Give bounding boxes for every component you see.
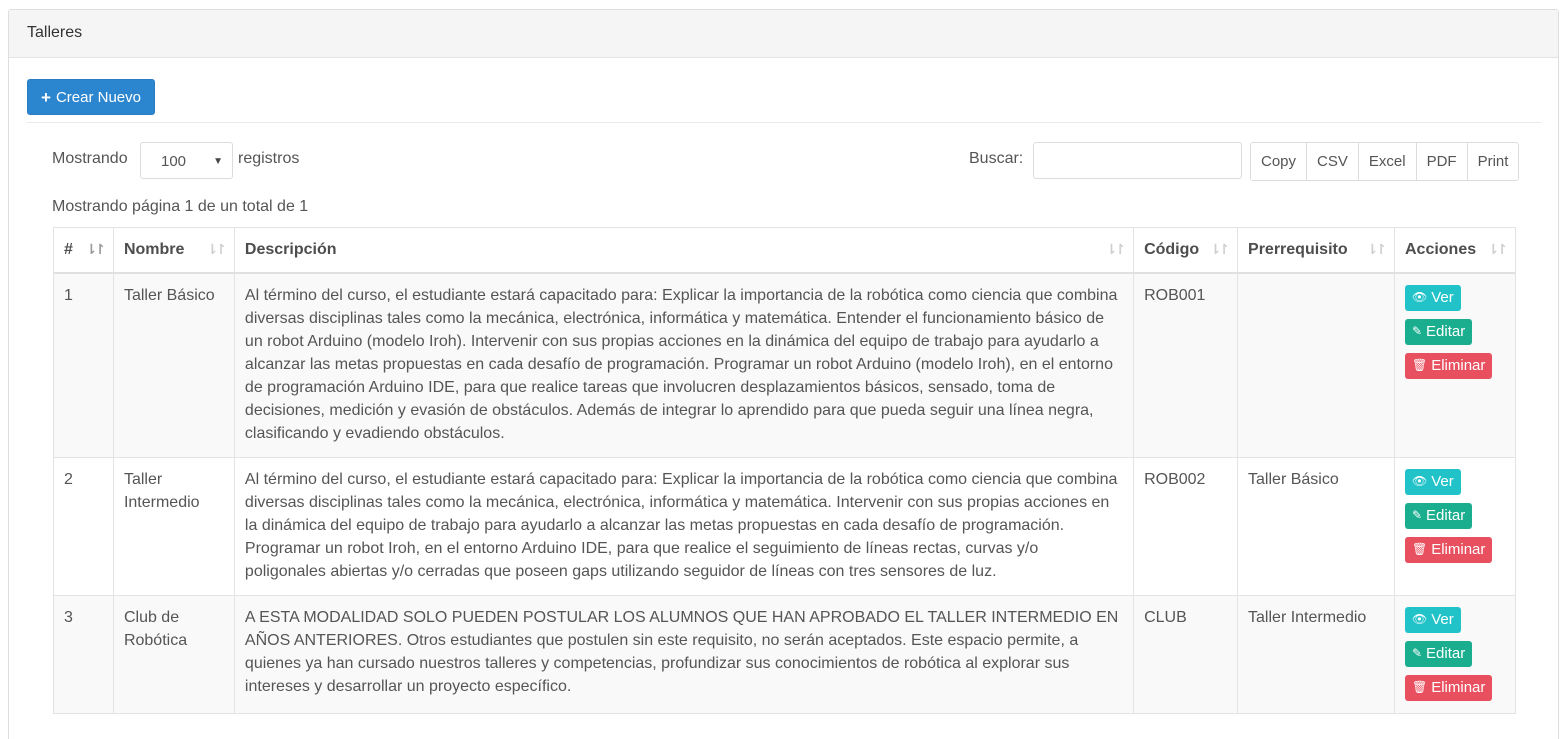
cell-code: CLUB [1133, 594, 1239, 714]
cell-description: Al término del curso, el estudiante esta… [233, 456, 1135, 596]
sort-icon: ⇂↾ [1209, 241, 1231, 257]
column-header-description[interactable]: Descripción ⇂↾ [233, 227, 1135, 274]
trash-icon: 🗑 [1411, 358, 1428, 372]
page-info: Mostrando página 1 de un total de 1 [52, 198, 309, 215]
trash-icon: 🗑 [1411, 680, 1428, 694]
cell-number: 1 [53, 272, 114, 458]
sort-icon: ⇂↾ [1487, 241, 1509, 257]
sort-icon: ⇂↾ [1366, 241, 1388, 257]
cell-actions: 👁 Ver ✎ Editar 🗑 Eliminar [1393, 272, 1517, 458]
column-header-name[interactable]: Nombre ⇂↾ [112, 227, 235, 274]
edit-button[interactable]: ✎ Editar [1404, 318, 1473, 345]
edit-icon: ✎ [1411, 508, 1423, 522]
cell-actions: 👁 Ver ✎ Editar 🗑 Eliminar [1393, 594, 1517, 714]
talleres-table: # ⇂↾ Nombre ⇂↾ Descripción ⇂↾ Código ⇂↾ Prer… [53, 227, 1517, 714]
table-row: 3 Club de Robótica A ESTA MODALIDAD SOLO… [53, 594, 1517, 714]
search-input[interactable] [1033, 142, 1242, 179]
cell-actions: 👁 Ver ✎ Editar 🗑 Eliminar [1393, 456, 1517, 596]
pdf-button[interactable]: PDF [1416, 143, 1468, 180]
sort-icon: ⇂↾ [1105, 241, 1127, 257]
chevron-down-icon: ▼ [213, 156, 223, 167]
panel-title: Talleres [9, 10, 1558, 58]
delete-button[interactable]: 🗑 Eliminar [1404, 674, 1493, 701]
view-button[interactable]: 👁 Ver [1404, 606, 1461, 633]
create-new-button[interactable]: + Crear Nuevo [27, 79, 155, 115]
length-suffix: registros [238, 150, 300, 167]
eye-icon: 👁 [1411, 612, 1428, 626]
sort-asc-icon: ⇂↾ [85, 241, 106, 257]
view-button[interactable]: 👁 Ver [1404, 284, 1461, 311]
cell-name: Club de Robótica [112, 594, 235, 714]
cell-prerequisite: Taller Intermedio [1237, 594, 1395, 714]
excel-button[interactable]: Excel [1358, 143, 1417, 180]
print-button[interactable]: Print [1467, 143, 1519, 180]
cell-number: 2 [53, 456, 114, 596]
view-button[interactable]: 👁 Ver [1404, 468, 1461, 495]
length-label: Mostrando [52, 150, 128, 167]
cell-prerequisite: Taller Básico [1237, 456, 1395, 596]
eye-icon: 👁 [1411, 474, 1428, 488]
cell-code: ROB002 [1133, 456, 1239, 596]
edit-icon: ✎ [1411, 646, 1423, 660]
table-row: 2 Taller Intermedio Al término del curso… [53, 456, 1517, 596]
cell-description: A ESTA MODALIDAD SOLO PUEDEN POSTULAR LO… [233, 594, 1135, 714]
sort-icon: ⇂↾ [206, 241, 227, 257]
plus-icon: + [41, 87, 51, 107]
cell-name: Taller Básico [112, 272, 235, 458]
export-buttons: Copy CSV Excel PDF Print [1250, 142, 1520, 181]
edit-button[interactable]: ✎ Editar [1404, 502, 1473, 529]
edit-icon: ✎ [1411, 324, 1423, 338]
cell-number: 3 [53, 594, 114, 714]
column-header-actions[interactable]: Acciones ⇂↾ [1393, 227, 1517, 274]
edit-button[interactable]: ✎ Editar [1404, 640, 1473, 667]
trash-icon: 🗑 [1411, 542, 1428, 556]
column-header-code[interactable]: Código ⇂↾ [1133, 227, 1239, 274]
toolbar-divider [27, 122, 1541, 123]
csv-button[interactable]: CSV [1307, 143, 1359, 180]
cell-name: Taller Intermedio [112, 456, 235, 596]
delete-button[interactable]: 🗑 Eliminar [1404, 536, 1493, 563]
create-new-label: Crear Nuevo [55, 88, 141, 106]
cell-prerequisite [1237, 272, 1395, 458]
table-row: 1 Taller Básico Al término del curso, el… [53, 272, 1517, 458]
search-label: Buscar: [969, 150, 1024, 167]
page-length-select[interactable]: 100 ▼ [140, 142, 233, 179]
cell-code: ROB001 [1133, 272, 1239, 458]
eye-icon: 👁 [1411, 290, 1428, 304]
delete-button[interactable]: 🗑 Eliminar [1404, 352, 1493, 379]
column-header-number[interactable]: # ⇂↾ [53, 227, 114, 274]
talleres-panel: Talleres + Crear Nuevo Mostrando 100 ▼ r… [8, 9, 1559, 739]
copy-button[interactable]: Copy [1251, 143, 1308, 180]
column-header-prerequisite[interactable]: Prerrequisito ⇂↾ [1237, 227, 1395, 274]
cell-description: Al término del curso, el estudiante esta… [233, 272, 1135, 458]
page-length-value: 100 [161, 153, 187, 170]
